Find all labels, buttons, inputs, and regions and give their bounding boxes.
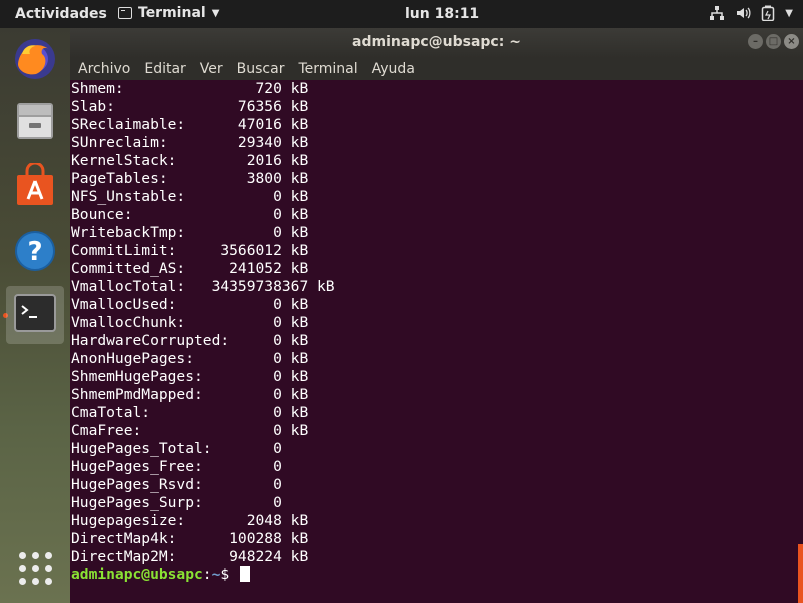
output-line: NFS_Unstable: 0 kB	[71, 188, 309, 205]
show-applications-button[interactable]	[19, 552, 53, 586]
output-line: AnonHugePages: 0 kB	[71, 350, 309, 367]
menu-buscar[interactable]: Buscar	[235, 61, 287, 77]
output-line: CmaFree: 0 kB	[71, 422, 309, 439]
output-line: VmallocTotal: 34359738367 kB	[71, 278, 335, 295]
activities-button[interactable]: Actividades	[15, 6, 107, 22]
close-button[interactable]: ×	[784, 34, 799, 49]
minimize-icon: –	[753, 36, 758, 47]
dock-item-files[interactable]	[6, 94, 64, 152]
output-line: Slab: 76356 kB	[71, 98, 309, 115]
output-line: DirectMap2M: 948224 kB	[71, 548, 309, 565]
maximize-icon: □	[768, 36, 779, 47]
close-icon: ×	[787, 36, 796, 47]
prompt-line[interactable]: adminapc@ubsapc:~$	[71, 566, 803, 584]
files-icon	[13, 99, 57, 147]
dock-item-software[interactable]	[6, 158, 64, 216]
menu-terminal[interactable]: Terminal	[296, 61, 359, 77]
menu-ver[interactable]: Ver	[198, 61, 225, 77]
svg-text:?: ?	[27, 237, 42, 267]
chevron-down-icon: ▼	[785, 7, 793, 19]
minimize-button[interactable]: –	[748, 34, 763, 49]
output-line: SUnreclaim: 29340 kB	[71, 134, 309, 151]
output-line: HugePages_Free: 0	[71, 458, 282, 475]
text-cursor	[239, 566, 250, 582]
dock: ?	[0, 28, 70, 603]
output-line: ShmemPmdMapped: 0 kB	[71, 386, 309, 403]
clock[interactable]: lun 18:11	[405, 6, 479, 22]
maximize-button[interactable]: □	[766, 34, 781, 49]
output-line: WritebackTmp: 0 kB	[71, 224, 309, 241]
output-line: CmaTotal: 0 kB	[71, 404, 309, 421]
menu-editar[interactable]: Editar	[142, 61, 187, 77]
output-line: VmallocChunk: 0 kB	[71, 314, 309, 331]
dock-item-terminal[interactable]	[6, 286, 64, 344]
terminal-window: adminapc@ubsapc: ~ – □ × Archivo Editar …	[70, 28, 803, 603]
menu-archivo[interactable]: Archivo	[76, 61, 132, 77]
app-menu-label: Terminal	[138, 5, 206, 21]
output-line: HardwareCorrupted: 0 kB	[71, 332, 309, 349]
output-line: Shmem: 720 kB	[71, 80, 309, 97]
terminal-icon	[13, 293, 57, 337]
firefox-icon	[12, 36, 58, 86]
prompt-symbol: $	[220, 566, 238, 583]
output-line: CommitLimit: 3566012 kB	[71, 242, 309, 259]
output-line: HugePages_Total: 0	[71, 440, 282, 457]
window-title: adminapc@ubsapc: ~	[352, 34, 521, 50]
app-menu[interactable]: Terminal ▼	[118, 5, 219, 21]
dock-item-firefox[interactable]	[6, 32, 64, 90]
prompt-separator: :	[202, 566, 212, 583]
window-controls: – □ ×	[748, 34, 799, 49]
desktop: Actividades Terminal ▼ lun 18:11 ▼ ? adm…	[0, 0, 803, 603]
title-bar[interactable]: adminapc@ubsapc: ~ – □ ×	[70, 28, 803, 58]
output-line: Bounce: 0 kB	[71, 206, 309, 223]
dock-item-help[interactable]: ?	[6, 224, 64, 282]
output-line: ShmemHugePages: 0 kB	[71, 368, 309, 385]
menu-ayuda[interactable]: Ayuda	[370, 61, 417, 77]
chevron-down-icon: ▼	[211, 7, 220, 19]
prompt-user: adminapc@ubsapc	[71, 566, 203, 583]
output-line: Committed_AS: 241052 kB	[71, 260, 309, 277]
output-line: VmallocUsed: 0 kB	[71, 296, 309, 313]
volume-icon	[735, 5, 751, 21]
network-icon	[709, 5, 725, 21]
output-line: Hugepagesize: 2048 kB	[71, 512, 309, 529]
terminal-output[interactable]: Shmem: 720 kB Slab: 76356 kB SReclaimabl…	[70, 80, 803, 603]
output-line: SReclaimable: 47016 kB	[71, 116, 309, 133]
software-store-icon	[13, 161, 57, 211]
help-icon: ?	[13, 229, 57, 277]
output-line: PageTables: 3800 kB	[71, 170, 309, 187]
terminal-app-icon	[118, 7, 132, 19]
output-line: KernelStack: 2016 kB	[71, 152, 309, 169]
system-tray[interactable]: ▼	[709, 5, 793, 21]
output-line: HugePages_Rsvd: 0	[71, 476, 282, 493]
output-line: DirectMap4k: 100288 kB	[71, 530, 309, 547]
top-bar: Actividades Terminal ▼ lun 18:11 ▼	[0, 0, 803, 28]
scrollbar[interactable]	[798, 544, 803, 603]
output-line: HugePages_Surp: 0	[71, 494, 282, 511]
menu-bar: Archivo Editar Ver Buscar Terminal Ayuda	[70, 58, 803, 80]
battery-icon	[761, 5, 775, 21]
